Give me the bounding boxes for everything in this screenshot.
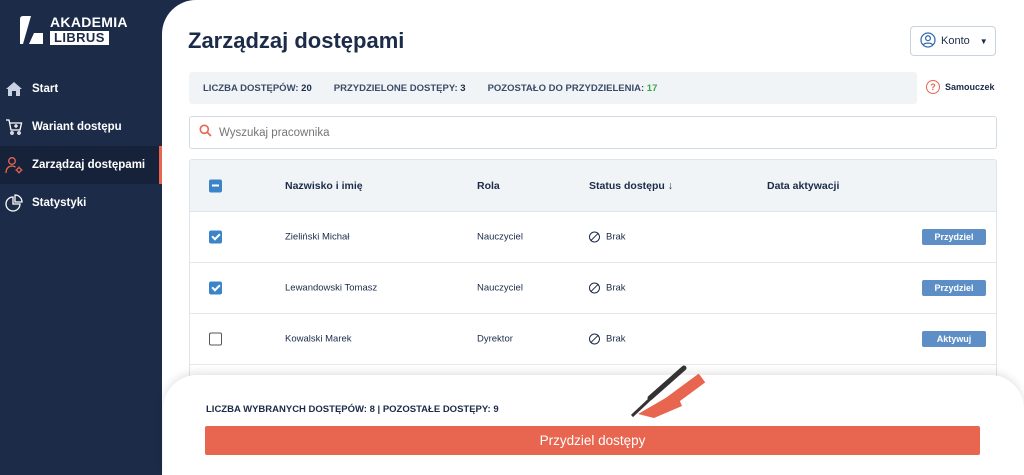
pointer-arrow-icon [630, 365, 706, 418]
search-input[interactable] [219, 126, 819, 139]
stat-remaining-label: POZOSTAŁO DO PRZYDZIELENIA: [487, 82, 645, 94]
assign-row-button[interactable]: Przydziel [922, 229, 986, 245]
page-title: Zarządzaj dostępami [188, 28, 405, 53]
col-header-name[interactable]: Nazwisko i imię [285, 180, 363, 192]
stat-total-label: LICZBA DOSTĘPÓW: [203, 82, 299, 94]
brand-line2: LIBRUS [50, 31, 109, 45]
question-icon: ? [926, 80, 940, 94]
table-row: Kowalski Marek Dyrektor Brak Aktywuj [190, 314, 996, 365]
employee-role: Nauczyciel [477, 282, 523, 294]
assign-row-button[interactable]: Przydziel [922, 280, 986, 296]
col-header-role[interactable]: Rola [477, 180, 500, 192]
search-box[interactable] [189, 116, 997, 149]
stat-assigned: PRZYDZIELONE DOSTĘPY: 3 [334, 83, 466, 94]
access-stats-bar: LICZBA DOSTĘPÓW: 20 PRZYDZIELONE DOSTĘPY… [189, 72, 917, 104]
col-header-date[interactable]: Data aktywacji [767, 180, 839, 192]
access-status-label: Brak [606, 231, 626, 243]
cart-icon [4, 117, 24, 137]
access-status-label: Brak [606, 333, 626, 345]
employees-table: Nazwisko i imię Rola Status dostępu ↓ Da… [189, 159, 997, 399]
stat-total-value: 20 [301, 82, 312, 94]
employee-name: Lewandowski Tomasz [285, 282, 378, 294]
assign-access-button[interactable]: Przydziel dostępy [205, 426, 980, 455]
selected-access-info: LICZBA WYBRANYCH DOSTĘPÓW: 8 | POZOSTAŁE… [206, 404, 499, 415]
user-circle-icon [920, 31, 936, 51]
no-access-icon [589, 333, 600, 345]
account-dropdown[interactable]: Konto ▼ [910, 26, 996, 56]
stat-assigned-label: PRZYDZIELONE DOSTĘPY: [333, 82, 458, 94]
sidebar-item-label: Wariant dostępu [32, 121, 122, 133]
no-access-icon [589, 231, 600, 243]
table-row: Lewandowski Tomasz Nauczyciel Brak Przyd… [190, 263, 996, 314]
search-icon [199, 124, 212, 142]
sidebar-item-label: Zarządzaj dostępami [32, 159, 146, 171]
sidebar-nav: Start Wariant dostępu Zarządzaj dostępam… [0, 70, 162, 222]
employee-role: Nauczyciel [477, 231, 523, 243]
stat-remaining: POZOSTAŁO DO PRZYDZIELENIA: 17 [488, 83, 658, 94]
row-checkbox[interactable] [209, 230, 222, 244]
sidebar: AKADEMIA LIBRUS Start Wariant dostępu Za… [0, 0, 162, 475]
no-access-icon [589, 282, 600, 294]
pie-chart-icon [4, 193, 24, 213]
home-icon [4, 79, 24, 99]
librus-logo-icon [20, 16, 43, 44]
bottom-action-panel: LICZBA WYBRANYCH DOSTĘPÓW: 8 | POZOSTAŁE… [163, 375, 1024, 475]
access-status-label: Brak [606, 282, 626, 294]
caret-down-icon: ▼ [979, 36, 988, 46]
sidebar-item-wariant[interactable]: Wariant dostępu [0, 108, 162, 146]
access-status: Brak [589, 282, 626, 294]
brand-line1: AKADEMIA [50, 14, 128, 30]
sidebar-item-zarzadzaj[interactable]: Zarządzaj dostępami [0, 146, 162, 184]
tutorial-link[interactable]: ? Samouczek [926, 80, 995, 94]
brand-logo[interactable]: AKADEMIA LIBRUS [18, 15, 128, 45]
sidebar-item-statystyki[interactable]: Statystyki [0, 184, 162, 222]
row-checkbox[interactable] [209, 332, 222, 346]
sidebar-item-start[interactable]: Start [0, 70, 162, 108]
sidebar-item-label: Start [32, 83, 59, 95]
tutorial-label: Samouczek [945, 82, 995, 92]
select-all-checkbox[interactable] [209, 179, 222, 192]
stat-remaining-value: 17 [646, 82, 658, 94]
account-label: Konto [941, 35, 970, 47]
access-status: Brak [589, 231, 626, 243]
employee-name: Zieliński Michał [285, 231, 350, 243]
employee-role: Dyrektor [477, 333, 513, 345]
activate-row-button[interactable]: Aktywuj [922, 331, 986, 347]
col-header-status[interactable]: Status dostępu ↓ [589, 180, 673, 192]
row-checkbox[interactable] [209, 281, 222, 295]
access-status: Brak [589, 333, 626, 345]
table-header: Nazwisko i imię Rola Status dostępu ↓ Da… [190, 160, 996, 212]
stat-assigned-value: 3 [460, 82, 466, 94]
sidebar-item-label: Statystyki [32, 197, 87, 209]
employee-name: Kowalski Marek [285, 333, 352, 345]
users-gear-icon [4, 155, 24, 175]
stat-total: LICZBA DOSTĘPÓW: 20 [203, 83, 312, 94]
table-row: Zieliński Michał Nauczyciel Brak Przydzi… [190, 212, 996, 263]
